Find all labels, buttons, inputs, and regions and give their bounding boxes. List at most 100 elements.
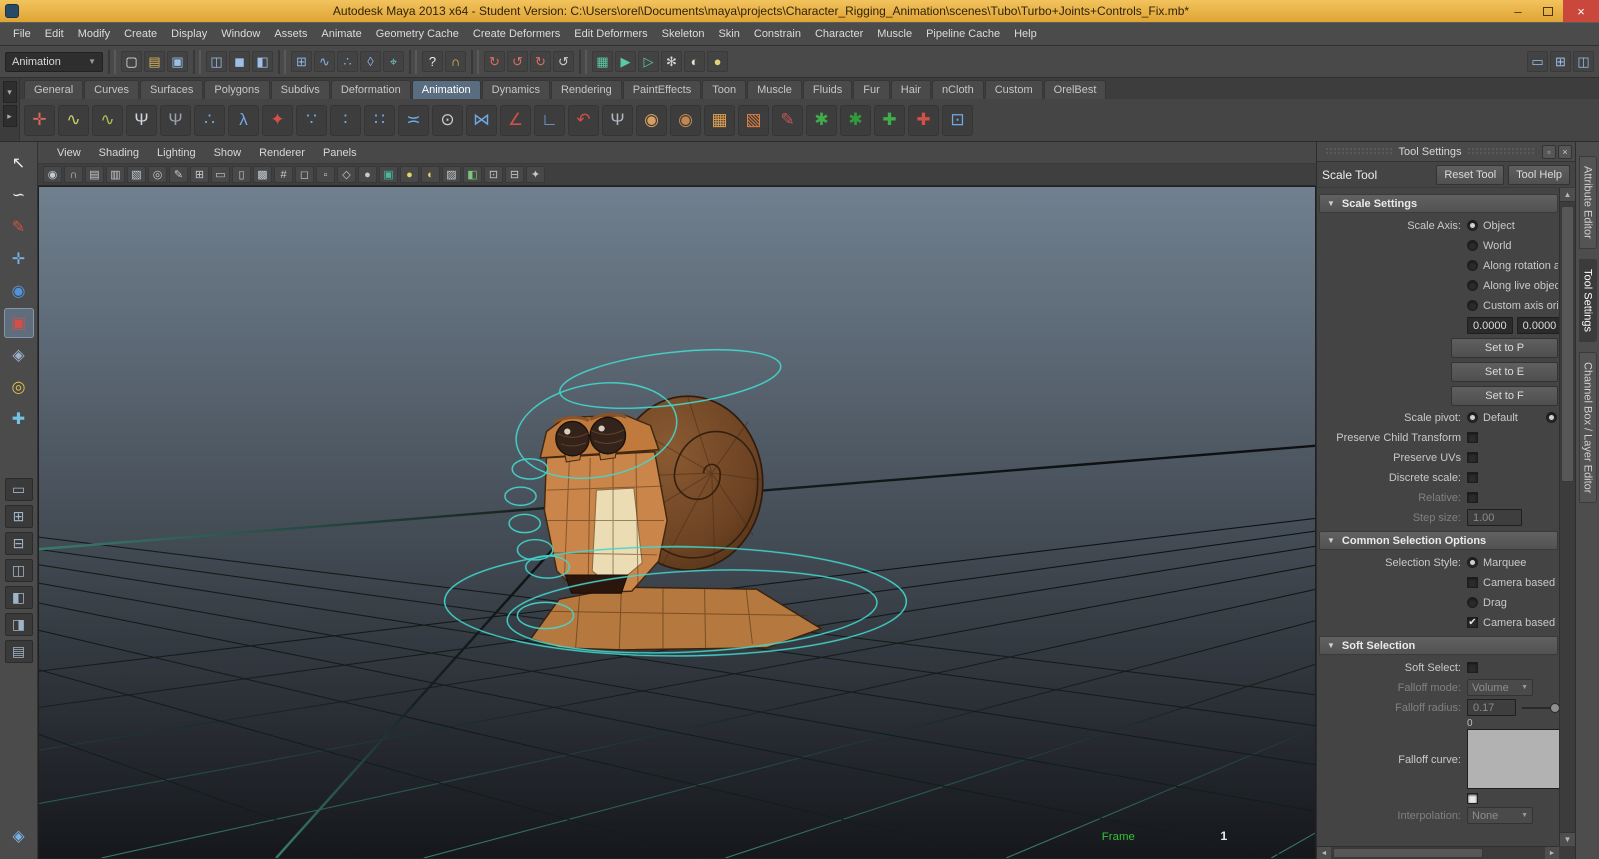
falloff-curve-widget[interactable]	[1467, 729, 1563, 789]
menu-item[interactable]: Skin	[711, 24, 746, 44]
scale-axis-radio[interactable]	[1467, 280, 1478, 291]
bind-skin-icon[interactable]: ⋈	[466, 105, 497, 136]
falloff-mode-dropdown[interactable]: Volume ▼	[1467, 679, 1533, 696]
joint-chain-icon[interactable]: λ	[228, 105, 259, 136]
share-view-icon[interactable]: ✦	[526, 166, 545, 183]
menu-item[interactable]: Window	[214, 24, 267, 44]
single-pane-layout-icon[interactable]: ▭	[1527, 51, 1548, 72]
pane-layout-icon[interactable]: ⊡	[484, 166, 503, 183]
preserve-child-checkbox[interactable]	[1467, 432, 1478, 443]
shelf-tab[interactable]: Subdivs	[271, 80, 330, 99]
drag-handle[interactable]	[1467, 147, 1536, 156]
two-pane-stacked-layout-icon[interactable]: ⊟	[5, 532, 33, 555]
open-scene-icon[interactable]: ▤	[144, 51, 165, 72]
output-connections-icon[interactable]: ↺	[507, 51, 528, 72]
menu-item[interactable]: Constrain	[747, 24, 808, 44]
face-control-icon[interactable]: ◉	[670, 105, 701, 136]
construction-history-icon[interactable]: ↺	[553, 51, 574, 72]
falloff-radius-slider[interactable]	[1522, 702, 1558, 714]
soft-selection-section-header[interactable]: ▼ Soft Selection	[1319, 636, 1558, 655]
character-set-icon[interactable]: ◈	[4, 821, 34, 851]
snap-curve-icon[interactable]: ∿	[314, 51, 335, 72]
maximize-button[interactable]	[1533, 0, 1563, 22]
hypergraph-persp-layout-icon[interactable]: ▤	[5, 640, 33, 663]
make-live-icon[interactable]: ⌖	[383, 51, 404, 72]
scrollbar-track[interactable]	[1331, 847, 1545, 859]
image-plane-icon[interactable]: ▧	[127, 166, 146, 183]
grid-toggle-icon[interactable]: ⊞	[190, 166, 209, 183]
ipr-render-icon[interactable]: ▷	[638, 51, 659, 72]
ik-handle-icon[interactable]: ✦	[262, 105, 293, 136]
scale-axis-radio[interactable]	[1467, 300, 1478, 311]
falloff-radius-field[interactable]: 0.17	[1467, 699, 1516, 716]
hypershade-icon[interactable]: ◐	[684, 51, 705, 72]
shelf-tab[interactable]: Polygons	[204, 80, 269, 99]
isolate-select-icon[interactable]: ◧	[463, 166, 482, 183]
anim-curve-alt-icon[interactable]: ∿	[92, 105, 123, 136]
single-pane-layout-icon[interactable]: ▭	[5, 478, 33, 501]
remove-influence-icon[interactable]: ✚	[908, 105, 939, 136]
selection-option-control[interactable]	[1467, 577, 1478, 588]
panel-menu-item[interactable]: Shading	[90, 144, 148, 162]
tool-help-button[interactable]: Tool Help	[1508, 165, 1570, 185]
menu-item[interactable]: Create Deformers	[466, 24, 567, 44]
scroll-down-icon[interactable]: ▼	[1560, 832, 1575, 846]
go-to-bind-pose-icon[interactable]: ⊡	[942, 105, 973, 136]
reset-tool-button[interactable]: Reset Tool	[1436, 165, 1504, 185]
menu-item[interactable]: Pipeline Cache	[919, 24, 1007, 44]
move-tool-icon[interactable]: ✛	[4, 244, 34, 274]
outliner-persp-layout-icon[interactable]: ◨	[5, 613, 33, 636]
menu-item[interactable]: Modify	[71, 24, 117, 44]
menu-item[interactable]: Help	[1007, 24, 1044, 44]
mirror-skin-weights-icon[interactable]: Ψ	[602, 105, 633, 136]
select-component-icon[interactable]: ◧	[252, 51, 273, 72]
scroll-left-icon[interactable]: ◄	[1317, 847, 1331, 859]
toolbar-group-divider[interactable]	[278, 50, 286, 74]
lock-icon[interactable]: ∩	[445, 51, 466, 72]
detach-skin-icon[interactable]: ∠	[500, 105, 531, 136]
paint-select-tool-icon[interactable]: ✎	[4, 212, 34, 242]
interpolation-dropdown[interactable]: None ▼	[1467, 807, 1533, 824]
common-selection-section-header[interactable]: ▼ Common Selection Options	[1319, 531, 1558, 550]
shelf-menu-icon[interactable]: ▸	[3, 105, 17, 127]
anim-curve-icon[interactable]: ∿	[58, 105, 89, 136]
menu-item[interactable]: Create	[117, 24, 164, 44]
soft-select-checkbox[interactable]	[1467, 662, 1478, 673]
scale-tool-icon[interactable]: ▣	[4, 308, 34, 338]
select-tool-icon[interactable]: ↖	[4, 148, 34, 178]
shelf-tab[interactable]: Rendering	[551, 80, 622, 99]
wireframe-icon[interactable]: ◇	[337, 166, 356, 183]
shelf-tab[interactable]: Curves	[84, 80, 139, 99]
interactive-bind-icon[interactable]: ✱	[840, 105, 871, 136]
input-output-connections-icon[interactable]: ↻	[530, 51, 551, 72]
shelf-tab[interactable]: Dynamics	[482, 80, 550, 99]
vertical-scrollbar[interactable]: ▲ ▼	[1559, 188, 1575, 846]
orient-joint-icon[interactable]: ⊙	[432, 105, 463, 136]
side-panel-tab[interactable]: Tool Settings	[1579, 259, 1597, 342]
close-button[interactable]: ×	[1563, 0, 1599, 22]
joint-insert-icon[interactable]: ∷	[364, 105, 395, 136]
shelf-tab[interactable]: PaintEffects	[623, 80, 702, 99]
scrollbar-thumb[interactable]	[1561, 206, 1574, 482]
menu-item[interactable]: Assets	[267, 24, 314, 44]
custom-axis-x-field[interactable]: 0.0000	[1467, 317, 1513, 334]
two-pane-side-layout-icon[interactable]: ◫	[5, 559, 33, 582]
shelf-tab[interactable]: Fluids	[803, 80, 852, 99]
set-axis-button[interactable]: Set to F	[1451, 386, 1558, 406]
close-panel-icon[interactable]: ×	[1558, 145, 1572, 159]
input-connections-icon[interactable]: ↻	[484, 51, 505, 72]
soft-modification-icon[interactable]: ◎	[4, 372, 34, 402]
float-panel-icon[interactable]: ▫	[1542, 145, 1556, 159]
side-panel-tab[interactable]: Attribute Editor	[1579, 156, 1597, 249]
menu-item[interactable]: Skeleton	[655, 24, 712, 44]
safe-title-icon[interactable]: ▫	[316, 166, 335, 183]
character-skeleton-icon[interactable]: Ψ	[126, 105, 157, 136]
custom-axis-y-field[interactable]: 0.0000	[1517, 317, 1563, 334]
scrollbar-thumb[interactable]	[1333, 848, 1483, 858]
shelf-tab[interactable]: Hair	[891, 80, 931, 99]
scale-axis-radio[interactable]	[1467, 240, 1478, 251]
toolbar-group-divider[interactable]	[409, 50, 417, 74]
set-axis-button[interactable]: Set to E	[1451, 362, 1558, 382]
flexor-icon[interactable]: ↶	[568, 105, 599, 136]
camera-attributes-icon[interactable]: ▤	[85, 166, 104, 183]
